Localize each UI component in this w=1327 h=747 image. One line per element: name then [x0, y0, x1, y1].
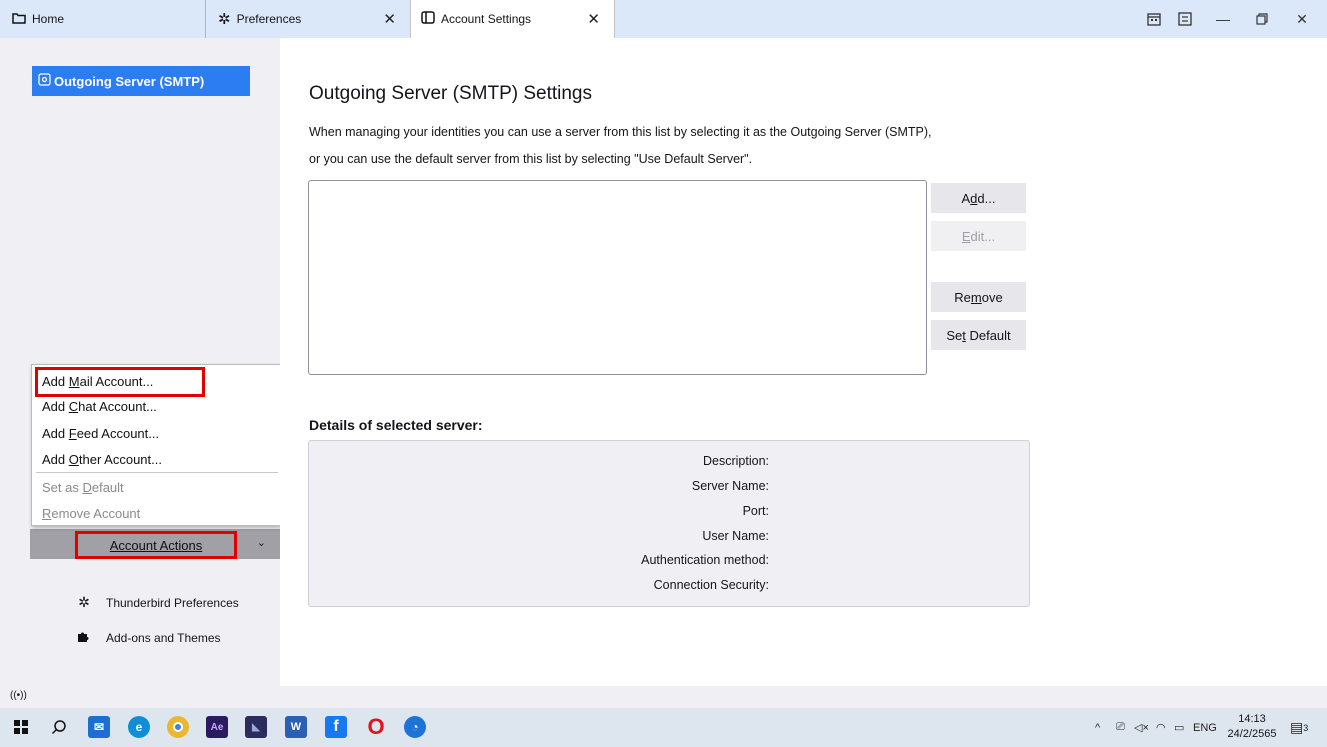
- close-icon[interactable]: ✕: [587, 10, 600, 28]
- calendar-icon[interactable]: [1142, 0, 1166, 38]
- status-bar: ((•)): [0, 686, 1327, 708]
- language-indicator[interactable]: ENG: [1181, 708, 1217, 747]
- menu-item-label: Add Other Account...: [42, 451, 162, 467]
- sidebar-item-label: Outgoing Server (SMTP): [54, 73, 205, 89]
- tasks-icon[interactable]: [1173, 0, 1197, 38]
- gear-icon: ✲: [218, 11, 231, 28]
- detail-label-auth-method: Authentication method:: [641, 553, 769, 567]
- menu-item-label: Add Chat Account...: [42, 398, 157, 414]
- detail-label-connection-security: Connection Security:: [653, 578, 769, 592]
- tray-chevron-up-icon[interactable]: ^: [1095, 708, 1100, 747]
- windows-start-icon[interactable]: [10, 716, 32, 738]
- addons-themes-label: Add-ons and Themes: [106, 630, 221, 645]
- wifi-icon[interactable]: ◠: [1156, 708, 1166, 747]
- tab-home-label: Home: [32, 12, 65, 26]
- menu-separator: [36, 472, 278, 473]
- chrome-icon[interactable]: [167, 716, 189, 738]
- menu-item-label: Remove Account: [42, 505, 141, 521]
- edit-button-label: Edit...: [961, 228, 996, 244]
- menu-item-add-feed-account[interactable]: Add Feed Account...: [32, 420, 280, 446]
- media-encoder-icon[interactable]: ◣: [245, 716, 267, 738]
- tab-account-settings[interactable]: Account Settings ✕: [410, 0, 615, 38]
- minimize-icon[interactable]: —: [1208, 0, 1238, 38]
- taskbar: ✉ e Ae ◣ W f O ◔ ^ ⎚ ◁× ◠ ▭ ENG 14:13 24…: [0, 708, 1327, 747]
- addons-themes-link[interactable]: Add-ons and Themes: [74, 629, 221, 646]
- remove-button[interactable]: Remove: [931, 282, 1026, 312]
- description-line-2: or you can use the default server from t…: [309, 152, 753, 166]
- close-icon[interactable]: ✕: [1287, 0, 1317, 38]
- online-status-icon[interactable]: ((•)): [10, 690, 27, 701]
- language-label: ENG: [1193, 721, 1217, 734]
- tab-preferences-label: Preferences: [236, 12, 302, 26]
- sidebar-item-outgoing-server[interactable]: Outgoing Server (SMTP): [32, 66, 250, 96]
- tab-preferences[interactable]: ✲ Preferences ✕: [205, 0, 410, 38]
- menu-item-set-as-default: Set as Default: [32, 474, 280, 500]
- after-effects-icon[interactable]: Ae: [206, 716, 228, 738]
- add-button-label: Add...: [961, 190, 996, 206]
- tray-meet-icon[interactable]: ⎚: [1116, 708, 1125, 747]
- add-button[interactable]: Add...: [931, 183, 1026, 213]
- menu-item-add-other-account[interactable]: Add Other Account...: [32, 446, 280, 472]
- tab-home[interactable]: Home: [0, 0, 205, 38]
- edit-button[interactable]: Edit...: [931, 221, 1026, 251]
- clock-time: 14:13: [1238, 713, 1266, 725]
- server-icon: [38, 73, 51, 89]
- app-icon[interactable]: ◔: [404, 716, 426, 738]
- detail-label-port: Port:: [742, 504, 769, 518]
- edge-icon[interactable]: e: [128, 716, 150, 738]
- puzzle-icon: [74, 629, 94, 646]
- account-settings-icon: [421, 11, 435, 27]
- opera-icon[interactable]: O: [365, 714, 387, 739]
- account-actions-label: Account Actions: [75, 531, 237, 559]
- chevron-down-icon[interactable]: ⌄: [257, 536, 266, 549]
- thunderbird-icon[interactable]: ✉: [88, 716, 110, 738]
- menu-item-add-chat-account[interactable]: Add Chat Account...: [32, 393, 280, 419]
- gear-icon: ✲: [78, 594, 90, 610]
- close-icon[interactable]: ✕: [383, 10, 396, 28]
- detail-label-user-name: User Name:: [702, 529, 769, 543]
- remove-button-label: Remove: [954, 289, 1003, 305]
- notification-icon[interactable]: ▤ 3: [1290, 708, 1308, 747]
- menu-item-label: Set as Default: [42, 479, 124, 495]
- account-actions-text: Account Actions: [109, 537, 203, 553]
- description-line-1: When managing your identities you can us…: [309, 125, 932, 139]
- sidebar: Outgoing Server (SMTP) Account Actions ⌄…: [0, 38, 280, 686]
- detail-label-description: Description:: [703, 454, 769, 468]
- account-actions-menu: Add Mail Account... Add Chat Account... …: [31, 364, 281, 526]
- tab-account-settings-label: Account Settings: [441, 12, 532, 26]
- clock-date: 24/2/2565: [1227, 728, 1277, 740]
- main-content: Outgoing Server (SMTP) Settings When man…: [280, 38, 1327, 686]
- menu-item-remove-account: Remove Account: [32, 500, 280, 526]
- set-default-button-label: Set Default: [946, 327, 1011, 343]
- thunderbird-preferences-link[interactable]: ✲ Thunderbird Preferences: [74, 594, 239, 611]
- volume-icon[interactable]: ◁×: [1134, 708, 1149, 747]
- tab-bar: Home ✲ Preferences ✕ Account Settings ✕ …: [0, 0, 1327, 38]
- server-list[interactable]: [308, 180, 927, 375]
- word-icon[interactable]: W: [285, 716, 307, 738]
- detail-label-server-name: Server Name:: [691, 479, 769, 493]
- restore-icon[interactable]: [1247, 0, 1277, 38]
- notification-count: 3: [1303, 722, 1309, 733]
- page-title: Outgoing Server (SMTP) Settings: [309, 83, 592, 104]
- folder-icon: [12, 12, 26, 27]
- clock[interactable]: 14:13 24/2/2565: [1224, 712, 1280, 742]
- account-actions-button[interactable]: Account Actions ⌄: [30, 529, 280, 559]
- set-default-button[interactable]: Set Default: [931, 320, 1026, 350]
- details-title: Details of selected server:: [309, 417, 483, 433]
- menu-item-label: Add Feed Account...: [42, 425, 160, 441]
- search-icon[interactable]: [48, 716, 70, 738]
- thunderbird-preferences-label: Thunderbird Preferences: [106, 595, 239, 610]
- facebook-icon[interactable]: f: [325, 716, 347, 738]
